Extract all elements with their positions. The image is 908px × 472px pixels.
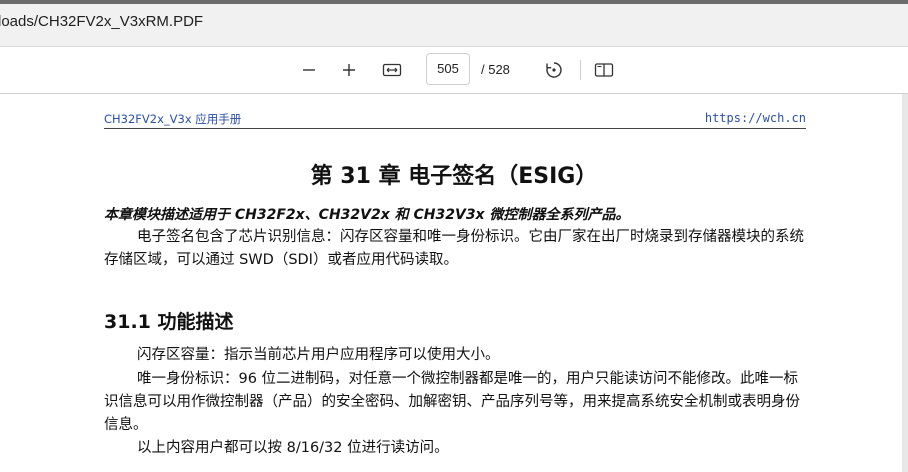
page-header-left: CH32FV2x_V3x 应用手册 xyxy=(104,112,242,126)
minus-icon[interactable] xyxy=(296,58,322,82)
pdf-toolbar: 505 / 528 xyxy=(0,47,908,94)
page-total-label: / 528 xyxy=(481,62,510,77)
rotate-icon[interactable] xyxy=(541,58,567,82)
file-path-text[interactable]: loads/CH32FV2x_V3xRM.PDF xyxy=(0,13,203,30)
chapter-intro: 本章模块描述适用于 CH32F2x、CH32V2x 和 CH32V3x 微控制器… xyxy=(104,207,630,223)
pdf-page: CH32FV2x_V3x 应用手册 https://wch.cn 第 31 章 … xyxy=(0,94,908,472)
paragraph-unique-id: 唯一身份标识：96 位二进制码，对任意一个微控制器都是唯一的，用户只能读访问不能… xyxy=(104,371,800,433)
fit-width-icon[interactable] xyxy=(379,58,405,82)
plus-icon[interactable] xyxy=(336,58,362,82)
paragraph-overview: 电子签名包含了芯片识别信息：闪存区容量和唯一身份标识。它由厂家在出厂时烧录到存储… xyxy=(104,229,804,268)
paragraph-flash-capacity: 闪存区容量：指示当前芯片用户应用程序可以使用大小。 xyxy=(137,347,500,363)
section-title: 31.1 功能描述 xyxy=(104,311,234,333)
browser-title-bar: loads/CH32FV2x_V3xRM.PDF xyxy=(0,0,908,47)
page-header-link[interactable]: https://wch.cn xyxy=(705,111,806,125)
header-rule xyxy=(104,128,806,129)
toolbar-separator xyxy=(580,60,581,80)
two-page-view-icon[interactable] xyxy=(591,58,617,82)
vertical-scrollbar[interactable] xyxy=(902,94,908,472)
page-number-input[interactable]: 505 xyxy=(426,53,470,85)
chapter-title: 第 31 章 电子签名（ESIG） xyxy=(310,164,598,189)
window-top-strip xyxy=(0,0,908,4)
paragraph-access: 以上内容用户都可以按 8/16/32 位进行读访问。 xyxy=(137,440,449,456)
